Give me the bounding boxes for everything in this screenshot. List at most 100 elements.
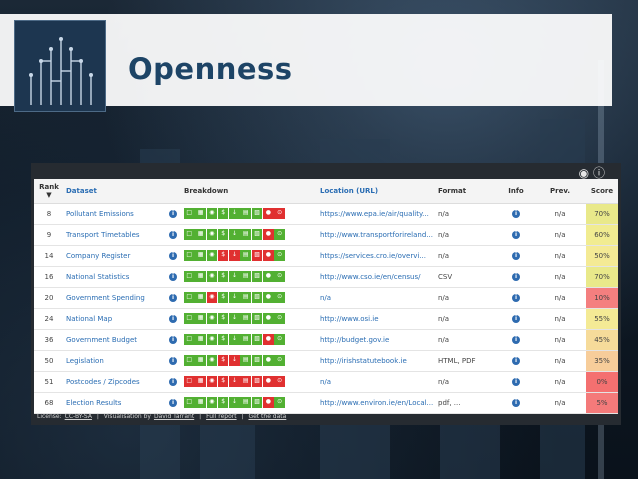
openness-license-icon[interactable]: ● bbox=[263, 250, 274, 261]
openness-view-icon[interactable]: ◉ bbox=[206, 397, 218, 408]
openness-license-icon[interactable]: ● bbox=[263, 355, 274, 366]
openness-license-icon[interactable]: ● bbox=[263, 376, 274, 387]
dataset-link[interactable]: National Map bbox=[64, 308, 164, 330]
openness-cost-icon[interactable]: $ bbox=[217, 376, 229, 387]
openness-view-icon[interactable]: ◉ bbox=[206, 271, 218, 282]
openness-machine-icon[interactable]: ▤ bbox=[240, 313, 251, 324]
dataset-info-icon[interactable]: i bbox=[169, 357, 177, 365]
openness-update-icon[interactable]: ⊙ bbox=[274, 229, 285, 240]
openness-format-icon[interactable]: ▧ bbox=[251, 271, 263, 282]
openness-license-icon[interactable]: ● bbox=[263, 334, 274, 345]
get-data-link[interactable]: Get the data bbox=[248, 413, 286, 420]
openness-machine-icon[interactable]: ▤ bbox=[240, 334, 251, 345]
row-info-icon[interactable]: i bbox=[512, 273, 520, 281]
dataset-info-icon[interactable]: i bbox=[169, 210, 177, 218]
dataset-info-icon[interactable]: i bbox=[169, 252, 177, 260]
openness-license-icon[interactable]: ● bbox=[263, 271, 274, 282]
dataset-link[interactable]: Postcodes / Zipcodes bbox=[64, 371, 164, 393]
author-link[interactable]: David Tarrant bbox=[154, 413, 194, 420]
dataset-info-icon[interactable]: i bbox=[169, 378, 177, 386]
openness-view-icon[interactable]: ◉ bbox=[206, 376, 218, 387]
dataset-info-icon[interactable]: i bbox=[169, 399, 177, 407]
openness-cost-icon[interactable]: $ bbox=[217, 271, 229, 282]
dataset-info-icon[interactable]: i bbox=[169, 273, 177, 281]
openness-doc-icon[interactable]: □ bbox=[184, 208, 195, 219]
openness-license-icon[interactable]: ● bbox=[263, 208, 274, 219]
dataset-link[interactable]: Transport Timetables bbox=[64, 224, 164, 246]
table-row[interactable]: 68 Election Results i □ ▦ ◉ $ ↓ ▤ ▧ ● ⊙ http://www.e… bbox=[34, 392, 618, 414]
row-info-icon[interactable]: i bbox=[512, 378, 520, 386]
openness-download-icon[interactable]: ↓ bbox=[229, 397, 240, 408]
openness-doc-icon[interactable]: □ bbox=[184, 292, 195, 303]
openness-cost-icon[interactable]: $ bbox=[217, 229, 229, 240]
table-row[interactable]: 20 Government Spending i □ ▦ ◉ $ ↓ ▤ ▧ ● ⊙ n/a n/a i n/… bbox=[34, 287, 618, 309]
openness-format-icon[interactable]: ▧ bbox=[251, 292, 263, 303]
location-link[interactable]: http://irishstatutebook.ie bbox=[318, 350, 436, 372]
openness-machine-icon[interactable]: ▤ bbox=[240, 208, 251, 219]
openness-format-icon[interactable]: ▧ bbox=[251, 334, 263, 345]
dataset-info-icon[interactable]: i bbox=[169, 294, 177, 302]
openness-format-icon[interactable]: ▧ bbox=[251, 355, 263, 366]
table-row[interactable]: 51 Postcodes / Zipcodes i □ ▦ ◉ $ ↓ ▤ ▧ ● ⊙ n/a n/a i n… bbox=[34, 371, 618, 393]
openness-file-icon[interactable]: ▦ bbox=[195, 229, 206, 240]
dataset-link[interactable]: Company Register bbox=[64, 245, 164, 267]
openness-doc-icon[interactable]: □ bbox=[184, 250, 195, 261]
openness-view-icon[interactable]: ◉ bbox=[206, 208, 218, 219]
openness-cost-icon[interactable]: $ bbox=[217, 313, 229, 324]
openness-file-icon[interactable]: ▦ bbox=[195, 313, 206, 324]
dataset-link[interactable]: National Statistics bbox=[64, 266, 164, 288]
openness-license-icon[interactable]: ● bbox=[263, 313, 274, 324]
openness-format-icon[interactable]: ▧ bbox=[251, 313, 263, 324]
table-row[interactable]: 16 National Statistics i □ ▦ ◉ $ ↓ ▤ ▧ ● ⊙ http://ww… bbox=[34, 266, 618, 288]
openness-file-icon[interactable]: ▦ bbox=[195, 292, 206, 303]
location-link[interactable]: n/a bbox=[318, 287, 436, 309]
openness-update-icon[interactable]: ⊙ bbox=[274, 355, 285, 366]
table-row[interactable]: 14 Company Register i □ ▦ ◉ $ ↓ ▤ ▧ ● ⊙ https://serv… bbox=[34, 245, 618, 267]
row-info-icon[interactable]: i bbox=[512, 315, 520, 323]
github-icon[interactable]: ◉ bbox=[579, 166, 589, 180]
openness-download-icon[interactable]: ↓ bbox=[229, 229, 240, 240]
openness-machine-icon[interactable]: ▤ bbox=[240, 271, 251, 282]
openness-update-icon[interactable]: ⊙ bbox=[274, 208, 285, 219]
location-link[interactable]: http://www.cso.ie/en/census/ bbox=[318, 266, 436, 288]
dataset-link[interactable]: Election Results bbox=[64, 392, 164, 414]
openness-update-icon[interactable]: ⊙ bbox=[274, 292, 285, 303]
openness-view-icon[interactable]: ◉ bbox=[206, 229, 218, 240]
row-info-icon[interactable]: i bbox=[512, 357, 520, 365]
openness-doc-icon[interactable]: □ bbox=[184, 334, 195, 345]
openness-view-icon[interactable]: ◉ bbox=[206, 334, 218, 345]
license-link[interactable]: CC-BY-SA bbox=[65, 413, 92, 420]
openness-doc-icon[interactable]: □ bbox=[184, 271, 195, 282]
openness-file-icon[interactable]: ▦ bbox=[195, 208, 206, 219]
openness-machine-icon[interactable]: ▤ bbox=[240, 229, 251, 240]
openness-update-icon[interactable]: ⊙ bbox=[274, 397, 285, 408]
openness-license-icon[interactable]: ● bbox=[263, 397, 274, 408]
openness-view-icon[interactable]: ◉ bbox=[206, 355, 218, 366]
sort-icon[interactable]: ▼ bbox=[46, 191, 51, 199]
table-row[interactable]: 36 Government Budget i □ ▦ ◉ $ ↓ ▤ ▧ ● ⊙ http://budg… bbox=[34, 329, 618, 351]
openness-cost-icon[interactable]: $ bbox=[217, 334, 229, 345]
openness-format-icon[interactable]: ▧ bbox=[251, 376, 263, 387]
openness-file-icon[interactable]: ▦ bbox=[195, 334, 206, 345]
dataset-link[interactable]: Pollutant Emissions bbox=[64, 203, 164, 225]
openness-machine-icon[interactable]: ▤ bbox=[240, 355, 251, 366]
openness-file-icon[interactable]: ▦ bbox=[195, 397, 206, 408]
openness-machine-icon[interactable]: ▤ bbox=[240, 250, 251, 261]
row-info-icon[interactable]: i bbox=[512, 294, 520, 302]
openness-download-icon[interactable]: ↓ bbox=[229, 334, 240, 345]
openness-download-icon[interactable]: ↓ bbox=[229, 271, 240, 282]
location-link[interactable]: https://www.epa.ie/air/quality... bbox=[318, 203, 436, 225]
openness-cost-icon[interactable]: $ bbox=[217, 208, 229, 219]
row-info-icon[interactable]: i bbox=[512, 399, 520, 407]
openness-cost-icon[interactable]: $ bbox=[217, 292, 229, 303]
location-link[interactable]: http://www.transportforireland... bbox=[318, 224, 436, 246]
openness-update-icon[interactable]: ⊙ bbox=[274, 250, 285, 261]
dataset-info-icon[interactable]: i bbox=[169, 315, 177, 323]
rank-header[interactable]: Rank ▼ bbox=[34, 179, 64, 204]
openness-license-icon[interactable]: ● bbox=[263, 229, 274, 240]
openness-file-icon[interactable]: ▦ bbox=[195, 271, 206, 282]
openness-download-icon[interactable]: ↓ bbox=[229, 208, 240, 219]
openness-machine-icon[interactable]: ▤ bbox=[240, 376, 251, 387]
dataset-link[interactable]: Government Spending bbox=[64, 287, 164, 309]
openness-view-icon[interactable]: ◉ bbox=[206, 292, 218, 303]
